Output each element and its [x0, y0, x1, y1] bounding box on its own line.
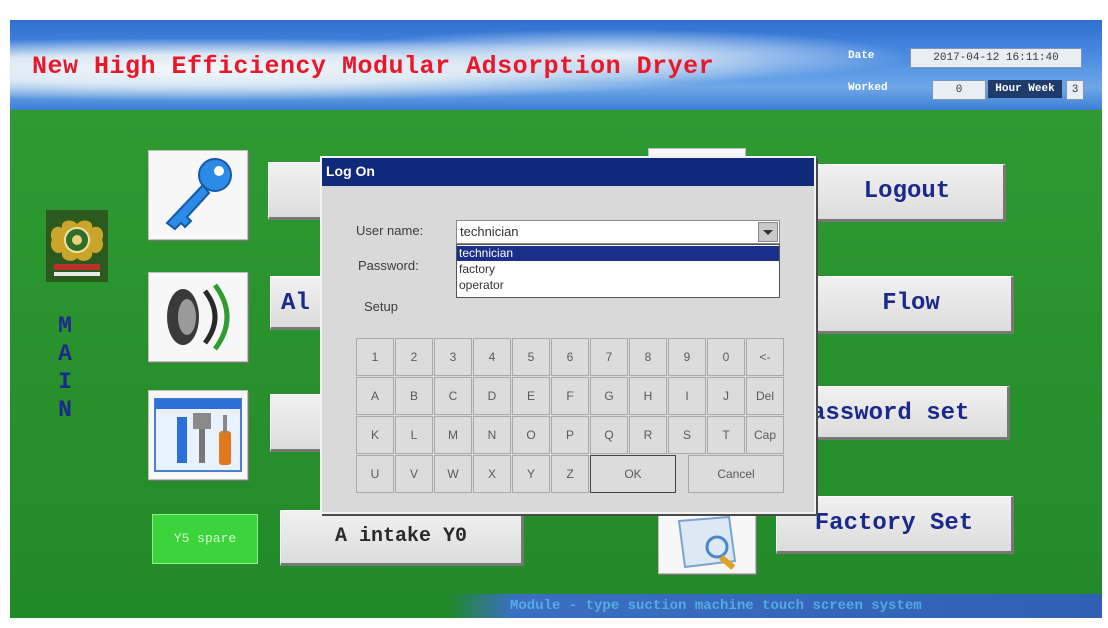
- key-0[interactable]: 0: [707, 338, 745, 376]
- worked-label: Worked: [848, 82, 888, 94]
- key-q[interactable]: Q: [590, 416, 628, 454]
- main-vertical-label: M A I N: [52, 312, 78, 424]
- main-letter: M: [58, 313, 72, 339]
- key-l[interactable]: L: [395, 416, 433, 454]
- a-intake-button[interactable]: A intake Y0: [280, 510, 524, 566]
- key-c[interactable]: C: [434, 377, 472, 415]
- footer-text: Module - type suction machine touch scre…: [510, 598, 922, 614]
- app-title: New High Efficiency Modular Adsorption D…: [32, 52, 715, 81]
- dropdown-button[interactable]: [758, 222, 778, 242]
- key-p[interactable]: P: [551, 416, 589, 454]
- key-backspace[interactable]: <-: [746, 338, 784, 376]
- key-8[interactable]: 8: [629, 338, 667, 376]
- magnifier-icon: [677, 515, 737, 570]
- key-y[interactable]: Y: [512, 455, 550, 493]
- username-value: technician: [460, 224, 519, 239]
- key-x[interactable]: X: [473, 455, 511, 493]
- key-g[interactable]: G: [590, 377, 628, 415]
- date-field: 2017-04-12 16:11:40: [910, 48, 1082, 68]
- password-set-button[interactable]: assword set: [810, 386, 1010, 440]
- key-t[interactable]: T: [707, 416, 745, 454]
- y5-spare-button[interactable]: Y5 spare: [152, 514, 258, 564]
- key-icon: [165, 158, 232, 231]
- main-letter: I: [58, 369, 72, 395]
- key-6[interactable]: 6: [551, 338, 589, 376]
- key-5[interactable]: 5: [512, 338, 550, 376]
- key-z[interactable]: Z: [551, 455, 589, 493]
- password-key-tile[interactable]: [148, 150, 248, 240]
- footer-bar: Module - type suction machine touch scre…: [10, 594, 1102, 618]
- key-i[interactable]: I: [668, 377, 706, 415]
- logon-dialog: Log On User name: technician Password: t…: [320, 156, 816, 514]
- key-a[interactable]: A: [356, 377, 394, 415]
- username-select[interactable]: technician: [456, 220, 780, 244]
- key-b[interactable]: B: [395, 377, 433, 415]
- tools-icon: [154, 398, 242, 472]
- chevron-down-icon: [763, 230, 773, 235]
- key-h[interactable]: H: [629, 377, 667, 415]
- dropdown-option-technician[interactable]: technician: [457, 246, 779, 261]
- flow-button[interactable]: Flow: [810, 276, 1014, 334]
- key-4[interactable]: 4: [473, 338, 511, 376]
- dropdown-option-factory[interactable]: factory: [457, 262, 779, 277]
- password-label: Password:: [358, 258, 419, 273]
- touch-screen: New High Efficiency Modular Adsorption D…: [10, 20, 1102, 618]
- hour-week-label: Hour Week: [988, 80, 1062, 98]
- key-v[interactable]: V: [395, 455, 433, 493]
- key-f[interactable]: F: [551, 377, 589, 415]
- dropdown-option-operator[interactable]: operator: [457, 278, 779, 293]
- key-caps[interactable]: Cap: [746, 416, 784, 454]
- username-label: User name:: [356, 223, 424, 238]
- tools-tile[interactable]: [148, 390, 248, 480]
- date-label: Date: [848, 50, 875, 62]
- key-w[interactable]: W: [434, 455, 472, 493]
- speaker-icon: [167, 283, 230, 351]
- main-letter: N: [58, 397, 72, 423]
- key-2[interactable]: 2: [395, 338, 433, 376]
- key-o[interactable]: O: [512, 416, 550, 454]
- logo-emblem: [46, 210, 108, 282]
- cancel-button[interactable]: Cancel: [688, 455, 784, 493]
- search-tile[interactable]: [658, 510, 756, 574]
- key-s[interactable]: S: [668, 416, 706, 454]
- main-letter: A: [58, 341, 72, 367]
- setup-label: Setup: [364, 299, 398, 314]
- key-r[interactable]: R: [629, 416, 667, 454]
- alarm-speaker-tile[interactable]: [148, 272, 248, 362]
- key-d[interactable]: D: [473, 377, 511, 415]
- header-banner: New High Efficiency Modular Adsorption D…: [10, 20, 1102, 110]
- key-m[interactable]: M: [434, 416, 472, 454]
- week-field: 3: [1066, 80, 1084, 100]
- ok-button[interactable]: OK: [590, 455, 676, 493]
- username-dropdown-list: technician factory operator: [456, 244, 780, 298]
- key-j[interactable]: J: [707, 377, 745, 415]
- key-k[interactable]: K: [356, 416, 394, 454]
- key-3[interactable]: 3: [434, 338, 472, 376]
- dialog-titlebar[interactable]: Log On: [322, 158, 814, 186]
- logout-button[interactable]: Logout: [810, 164, 1006, 222]
- key-n[interactable]: N: [473, 416, 511, 454]
- worked-field: 0: [932, 80, 986, 100]
- key-9[interactable]: 9: [668, 338, 706, 376]
- key-1[interactable]: 1: [356, 338, 394, 376]
- dialog-title: Log On: [326, 163, 375, 179]
- key-e[interactable]: E: [512, 377, 550, 415]
- key-delete[interactable]: Del: [746, 377, 784, 415]
- key-u[interactable]: U: [356, 455, 394, 493]
- key-7[interactable]: 7: [590, 338, 628, 376]
